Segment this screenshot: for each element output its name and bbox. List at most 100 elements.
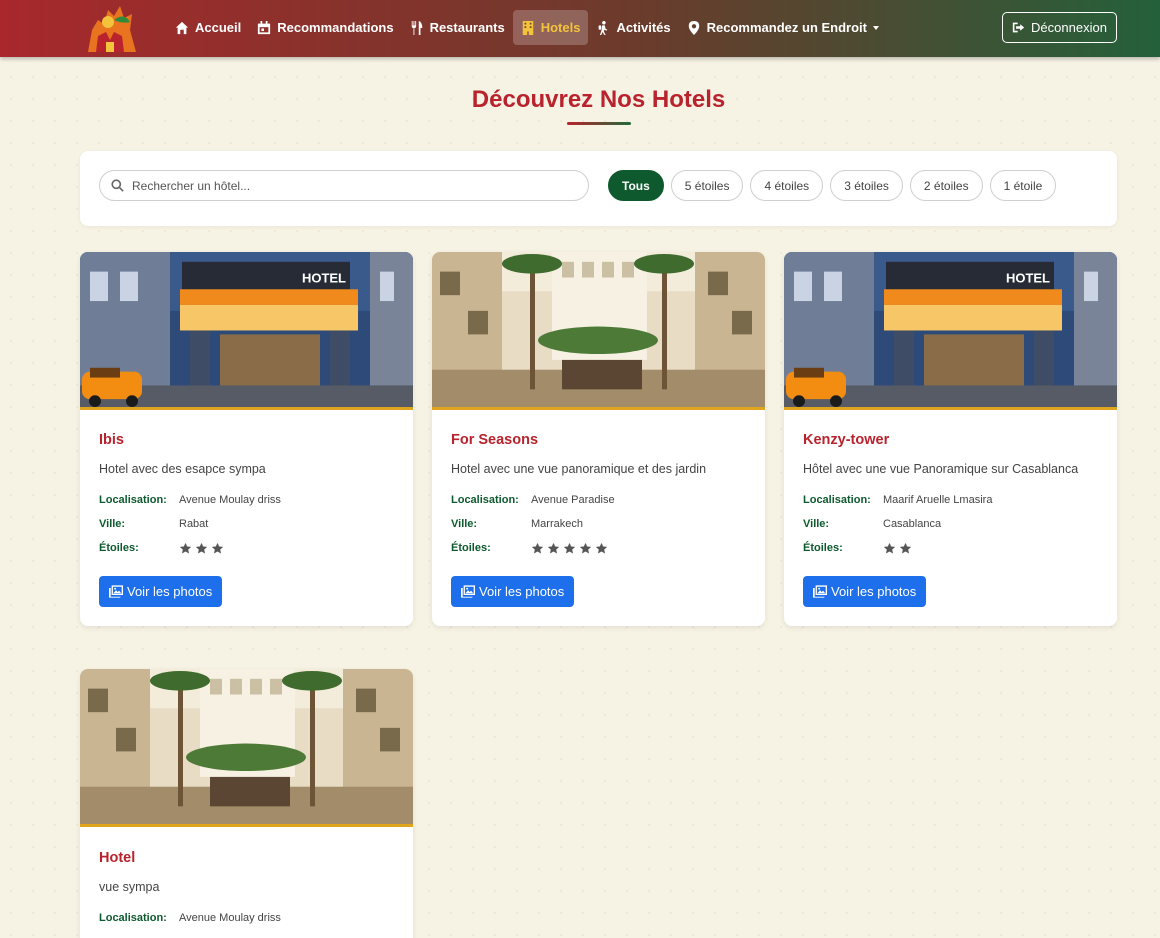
stars-row: Étoiles: [99,542,224,555]
hotel-card: Kenzy-tower Hôtel avec une vue Panoramiq… [784,252,1117,626]
navbar: Accueil Recommandations Restaurants Hote… [0,0,1160,57]
stars-label: Étoiles: [803,542,843,554]
city-row: Ville: Marrakech [451,518,583,530]
star-icon [899,542,912,554]
location-row: Localisation: Maarif Aruelle Lmasira [803,494,992,506]
filter-chip-all[interactable]: Tous [608,170,664,201]
view-photos-button[interactable]: Voir les photos [803,576,927,607]
search-input[interactable] [132,178,552,193]
star-icon [531,542,544,554]
hotel-name: For Seasons [451,432,539,448]
view-photos-label: Voir les photos [831,584,917,599]
hotel-card: Ibis Hotel avec des esapce sympa Localis… [80,252,413,626]
view-photos-label: Voir les photos [479,584,565,599]
nav-item-label: Hotels [540,20,581,35]
star-rating [179,542,224,555]
stars-label: Étoiles: [451,542,491,554]
location-value: Avenue Paradise [531,494,615,506]
location-row: Localisation: Avenue Moulay driss [99,494,281,506]
hotel-description: Hotel avec une vue panoramique et des ja… [451,462,707,476]
nav-item-label: Accueil [195,20,242,35]
home-icon [175,21,189,34]
map-pin-icon [688,20,699,35]
filter-chip-2-stars[interactable]: 2 étoiles [909,170,983,201]
hotel-image[interactable] [784,252,1117,410]
city-label: Ville: [99,518,126,530]
hotel-name: Kenzy-tower [803,432,890,448]
nav-item-restaurants[interactable]: Restaurants [402,10,513,45]
nav-item-recommandations[interactable]: Recommandations [249,10,401,45]
hotel-name: Ibis [99,432,124,448]
location-value: Avenue Moulay driss [179,494,281,506]
location-row: Localisation: Avenue Moulay driss [99,912,281,924]
title-underline [567,122,631,125]
hotel-card: Hotel vue sympa Localisation: Avenue Mou… [80,669,413,938]
images-icon [109,585,123,598]
nav-item-label: Recommandez un Endroit [706,20,867,35]
view-photos-label: Voir les photos [127,584,213,599]
images-icon [461,585,475,598]
star-icon [595,542,608,554]
city-value: Rabat [179,518,209,530]
star-icon [179,542,192,554]
star-icon [211,542,224,554]
filter-panel: Tous 5 étoiles 4 étoiles 3 étoiles 2 éto… [80,151,1117,226]
city-row: Ville: Rabat [99,518,208,530]
main-nav: Accueil Recommandations Restaurants Hote… [167,10,887,45]
location-label: Localisation: [803,494,871,506]
star-rating [531,542,608,555]
nav-item-accueil[interactable]: Accueil [167,10,249,45]
nav-item-activites[interactable]: Activités [588,10,678,45]
site-logo[interactable] [84,2,138,54]
logout-button[interactable]: Déconnexion [1002,12,1117,43]
nav-item-hotels[interactable]: Hotels [512,10,589,45]
location-label: Localisation: [99,494,167,506]
page-title: Découvrez Nos Hotels [471,86,726,113]
view-photos-button[interactable]: Voir les photos [451,576,575,607]
location-value: Maarif Aruelle Lmasira [883,494,993,506]
star-icon [195,542,208,554]
nav-item-label: Recommandations [277,20,394,35]
nav-item-recommandez[interactable]: Recommandez un Endroit [679,10,887,45]
sign-out-icon [1012,22,1025,33]
star-icon [563,542,576,554]
hotel-card: For Seasons Hotel avec une vue panoramiq… [432,252,765,626]
filter-chip-1-star[interactable]: 1 étoile [989,170,1057,201]
hotel-image[interactable] [80,252,413,410]
location-value: Avenue Moulay driss [179,912,281,924]
city-label: Ville: [451,518,478,530]
hotel-image[interactable] [80,669,413,827]
nav-item-label: Restaurants [429,20,505,35]
location-label: Localisation: [451,494,519,506]
stars-row: Étoiles: [451,542,608,555]
star-icon [883,542,896,554]
filter-chip-3-stars[interactable]: 3 étoiles [830,170,903,201]
hotel-name: Hotel [99,850,136,866]
hiking-icon [599,20,608,35]
view-photos-button[interactable]: Voir les photos [99,576,223,607]
city-value: Casablanca [883,518,942,530]
location-label: Localisation: [99,912,167,924]
location-row: Localisation: Avenue Paradise [451,494,615,506]
hotel-description: Hôtel avec une vue Panoramique sur Casab… [803,462,1079,476]
search-box [99,170,589,201]
building-icon [522,20,533,35]
star-rating [883,542,912,555]
images-icon [813,585,827,598]
city-label: Ville: [803,518,830,530]
hotel-description: Hotel avec des esapce sympa [99,462,266,476]
stars-row: Étoiles: [803,542,912,555]
search-icon [111,179,124,192]
city-value: Marrakech [531,518,583,530]
hotel-description: vue sympa [99,880,160,894]
logout-label: Déconnexion [1031,20,1107,35]
stars-label: Étoiles: [99,542,139,554]
filter-chip-5-stars[interactable]: 5 étoiles [670,170,744,201]
star-filter-group: Tous 5 étoiles 4 étoiles 3 étoiles 2 éto… [608,170,1057,201]
city-row: Ville: Casablanca [803,518,941,530]
star-icon [579,542,592,554]
utensils-icon [411,20,422,35]
filter-chip-4-stars[interactable]: 4 étoiles [750,170,824,201]
hotel-image[interactable] [432,252,765,410]
star-icon [547,542,560,554]
